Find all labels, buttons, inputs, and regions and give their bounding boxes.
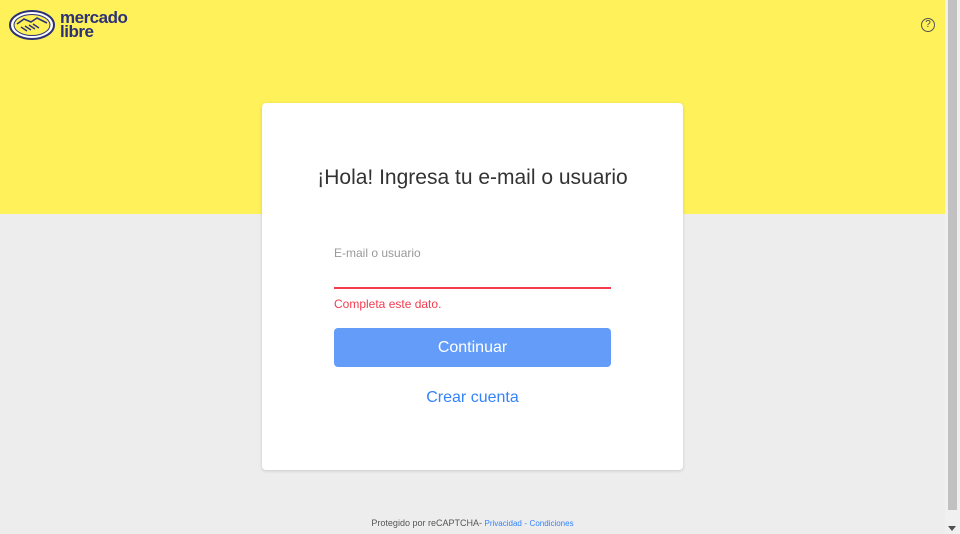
terms-link[interactable]: Condiciones [530,519,574,528]
page: mercado libre ? ¡Hola! Ingresa tu e-mail… [0,0,945,534]
privacy-link[interactable]: Privacidad [484,519,521,528]
logo-text: mercado libre [60,9,128,41]
email-field-label: E-mail o usuario [334,246,421,260]
footer-separator: - [524,519,528,528]
create-account-link[interactable]: Crear cuenta [334,389,611,407]
scroll-down-arrow-icon[interactable] [948,526,956,531]
scrollbar-thumb[interactable] [948,0,957,510]
login-card: ¡Hola! Ingresa tu e-mail o usuario E-mai… [262,103,683,470]
help-circle-icon[interactable]: ? [921,18,935,32]
email-error-message: Completa este dato. [334,297,442,311]
logo-word-libre: libre [60,22,94,41]
mercadolibre-logo[interactable]: mercado libre [9,9,128,41]
handshake-logo-icon [9,10,55,40]
continue-button[interactable]: Continuar [334,328,611,367]
email-field[interactable] [334,263,611,289]
recaptcha-text: Protegido por reCAPTCHA- [371,518,482,528]
vertical-scrollbar[interactable] [945,0,960,534]
recaptcha-footer: Protegido por reCAPTCHA- Privacidad - Co… [0,518,945,528]
page-title: ¡Hola! Ingresa tu e-mail o usuario [317,166,628,189]
